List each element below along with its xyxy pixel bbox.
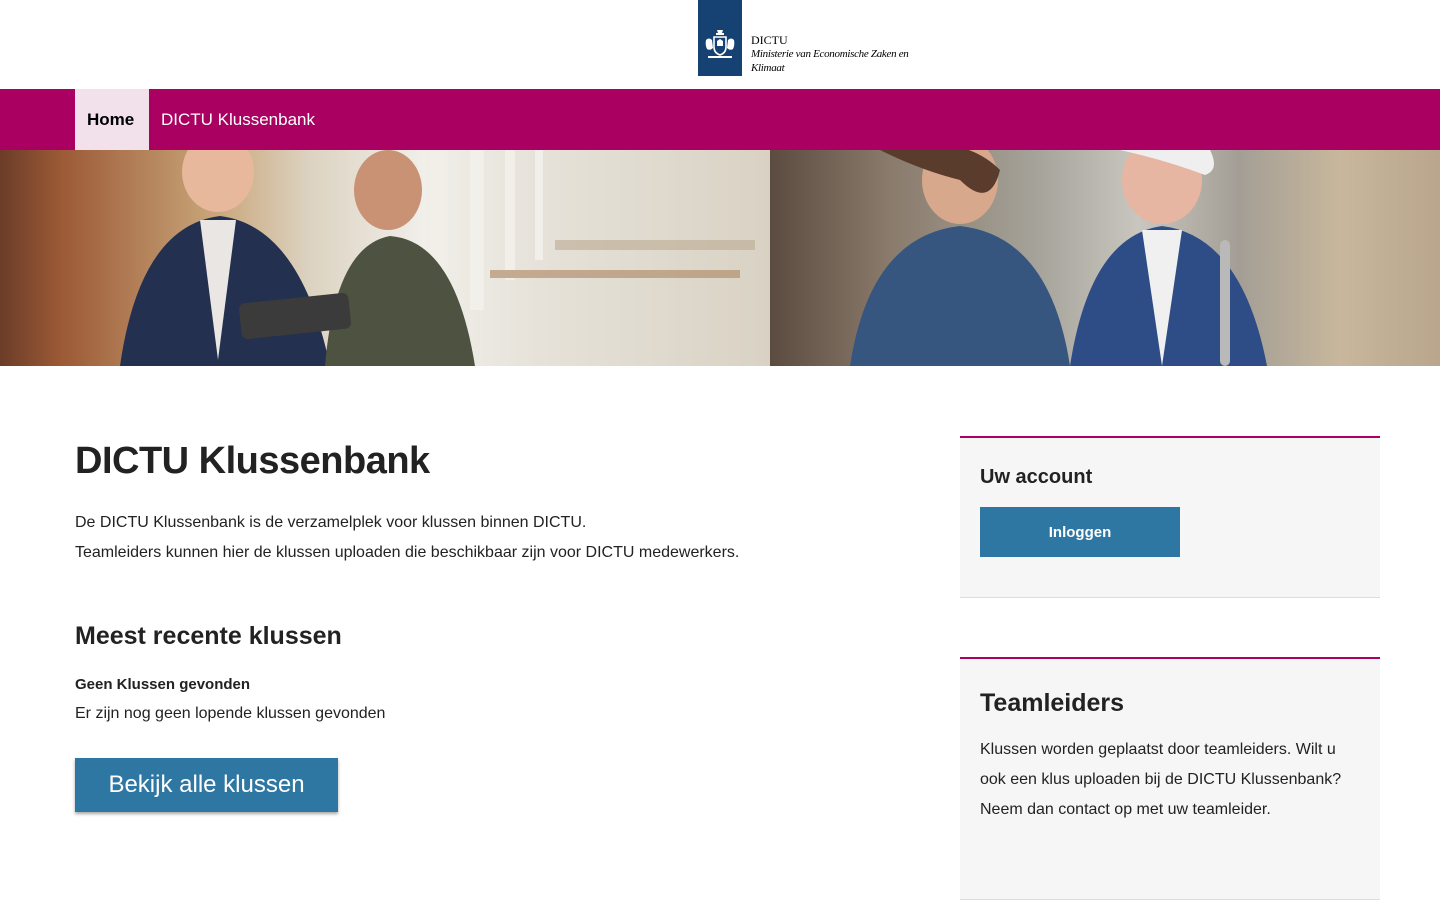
recent-jobs-heading: Meest recente klussen xyxy=(75,622,342,650)
teamleaders-card: Teamleiders Klussen worden geplaatst doo… xyxy=(960,657,1380,900)
teamleaders-card-title: Teamleiders xyxy=(980,689,1125,717)
nav-item-dictu-klussenbank[interactable]: DICTU Klussenbank xyxy=(149,89,327,150)
account-card-title: Uw account xyxy=(980,466,1093,488)
site-header: DICTU Ministerie van Economische Zaken e… xyxy=(0,0,1440,89)
hero-person-3 xyxy=(850,150,1070,366)
logo-text[interactable]: DICTU Ministerie van Economische Zaken e… xyxy=(751,33,931,75)
intro-line-1: De DICTU Klussenbank is de verzamelplek … xyxy=(75,514,587,531)
intro-text: De DICTU Klussenbank is de verzamelplek … xyxy=(75,508,739,568)
teamleaders-card-text: Klussen worden geplaatst door teamleider… xyxy=(980,741,1342,818)
no-results-title: Geen Klussen gevonden xyxy=(75,676,251,693)
logo-org-name: DICTU xyxy=(751,33,788,47)
hero-photo-figures xyxy=(120,150,1267,366)
hero-person-4 xyxy=(1070,150,1267,366)
coat-of-arms-icon xyxy=(705,30,735,58)
logo[interactable] xyxy=(698,0,742,76)
view-all-jobs-button[interactable]: Bekijk alle klussen xyxy=(75,758,338,812)
login-button[interactable]: Inloggen xyxy=(980,507,1180,557)
main-navigation: Home DICTU Klussenbank xyxy=(0,89,1440,150)
no-results-text: Er zijn nog geen lopende klussen gevonde… xyxy=(75,705,386,722)
page-title: DICTU Klussenbank xyxy=(75,440,430,482)
hero-banner xyxy=(0,150,1440,366)
logo-ministry-name: Ministerie van Economische Zaken en Klim… xyxy=(751,48,909,74)
nav-item-home[interactable]: Home xyxy=(75,89,149,150)
intro-line-2: Teamleiders kunnen hier de klussen uploa… xyxy=(75,544,740,561)
account-card: Uw account Inloggen xyxy=(960,436,1380,598)
